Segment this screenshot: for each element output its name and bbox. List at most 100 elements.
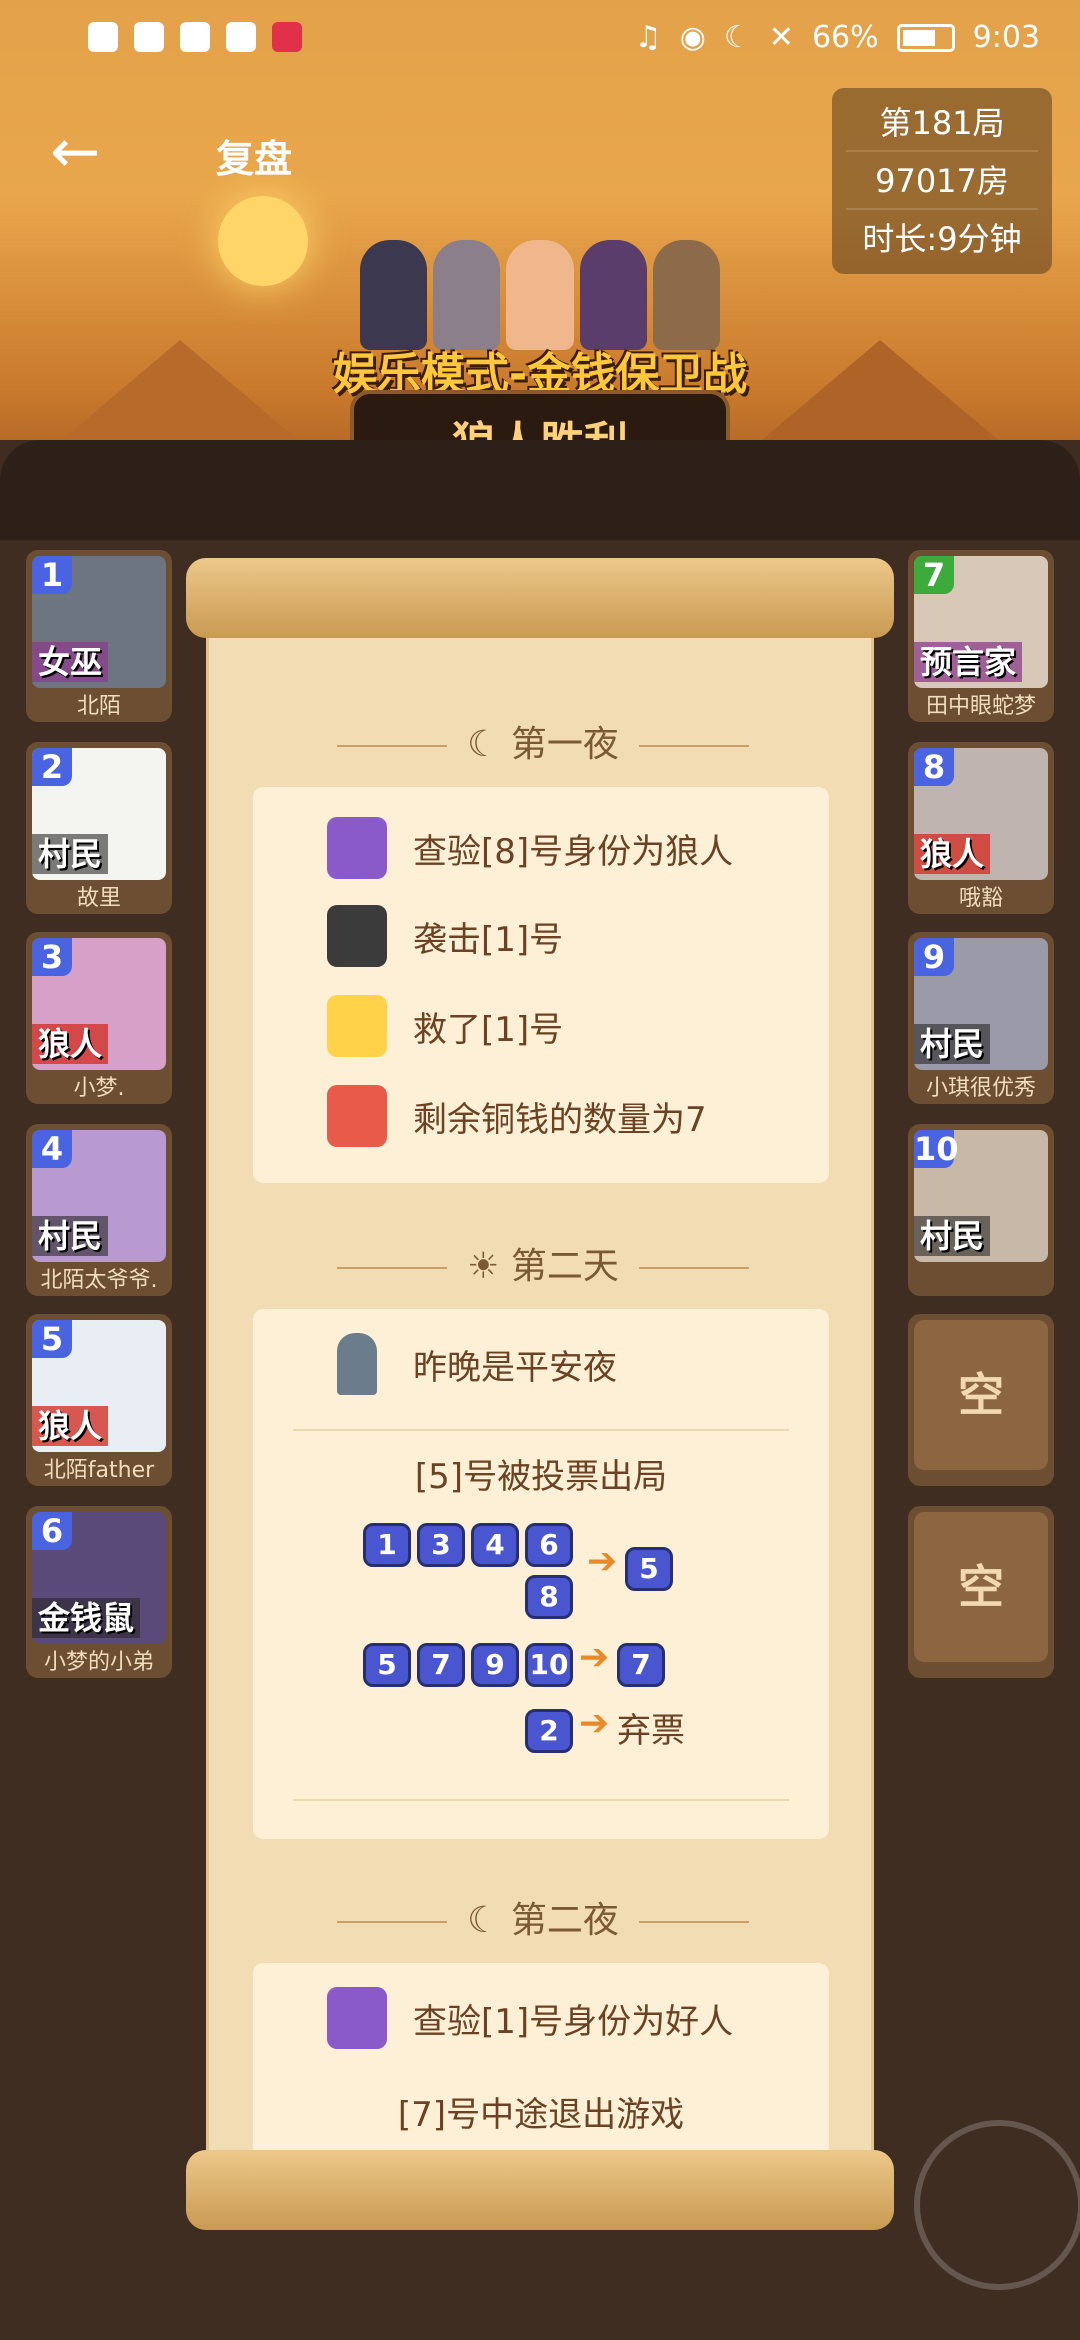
moon-icon: ☾ <box>467 724 511 765</box>
hunter-character <box>652 240 721 350</box>
seat-number: 1 <box>32 556 72 594</box>
voter-badge: 10 <box>525 1643 573 1687</box>
vote-target: ➔ 5 <box>587 1541 673 1591</box>
qq-icon <box>226 22 256 52</box>
player-nickname: 小梦. <box>73 1076 125 1101</box>
game-info-panel: 第181局 97017房 时长:9分钟 <box>832 88 1052 274</box>
role-label: 村民 <box>914 1024 991 1064</box>
log-event: 袭击[1]号 <box>327 901 563 971</box>
wolf-character <box>360 240 428 350</box>
arrow-left-icon[interactable]: ← <box>50 122 120 182</box>
player-seat-2[interactable]: 2 村民 故里 <box>26 742 172 914</box>
night1-heading: ☾ 第一夜 <box>209 715 877 767</box>
voter-badge: 7 <box>417 1643 465 1687</box>
player-seat-1[interactable]: 1 女巫 北陌 <box>26 550 172 722</box>
eye-icon: ◉ <box>679 20 706 55</box>
day2-card: 昨晚是平安夜 [5]号被投票出局 1 3 4 6 8 ➔ 5 5 7 9 10 … <box>253 1309 829 1839</box>
seer-icon <box>327 817 387 879</box>
wolf-icon <box>327 905 387 967</box>
hd-icon <box>88 22 118 52</box>
mouse-icon <box>327 1085 387 1147</box>
vote-row: 2 ➔ 弃票 <box>525 1703 685 1753</box>
player-seat-8[interactable]: 8 狼人 哦豁 <box>908 742 1054 914</box>
player-seat-9[interactable]: 9 村民 小琪很优秀 <box>908 932 1054 1104</box>
seat-number: 8 <box>914 748 954 786</box>
clock: 9:03 <box>972 20 1040 55</box>
seat-number: 6 <box>32 1512 72 1550</box>
voter-badge: 3 <box>417 1523 465 1567</box>
log-event: 查验[1]号身份为好人 <box>327 1983 733 2053</box>
player-nickname: 小梦的小弟 <box>43 1650 154 1675</box>
arrow-right-icon: ➔ <box>587 1541 618 1582</box>
player-nickname: 北陌father <box>43 1458 155 1483</box>
battery-icon <box>896 23 955 52</box>
seat-number: 2 <box>32 748 72 786</box>
player-seat-7[interactable]: 7 预言家 田中眼蛇梦 <box>908 550 1054 722</box>
voter-badge: 6 <box>525 1523 573 1567</box>
player-seat-5[interactable]: 5 狼人 北陌father <box>26 1314 172 1486</box>
voter-badge: 5 <box>363 1643 411 1687</box>
knight-character <box>433 240 501 350</box>
voter-badge: 4 <box>471 1523 519 1567</box>
vote-row: 1 3 4 6 <box>363 1523 573 1567</box>
seat-number: 3 <box>32 938 72 976</box>
log-event: 昨晚是平安夜 <box>327 1329 617 1399</box>
night2-heading: ☾ 第二夜 <box>209 1891 877 1943</box>
role-label: 村民 <box>914 1216 991 1256</box>
arrow-right-icon: ➔ <box>579 1637 610 1678</box>
vote-result: [5]号被投票出局 <box>414 1457 668 1497</box>
signal-icon <box>134 22 164 52</box>
player-nickname: 北陌太爷爷. <box>40 1268 158 1293</box>
moon-icon: ☾ <box>723 20 751 55</box>
log-event: [7]号中途退出游戏 <box>397 2095 685 2135</box>
night2-card: 查验[1]号身份为好人 [7]号中途退出游戏 <box>253 1963 829 2163</box>
page-title: 复盘 <box>216 137 293 181</box>
scroll-roller-top <box>186 558 894 638</box>
role-label: 狼人 <box>32 1024 109 1064</box>
voter-badge: 8 <box>525 1575 573 1619</box>
role-label: 狼人 <box>914 834 991 874</box>
target-badge: 5 <box>625 1547 673 1591</box>
empty-seat-label: 空 <box>914 1320 1048 1470</box>
role-label: 村民 <box>32 834 109 874</box>
role-label: 预言家 <box>914 642 1023 682</box>
mouse-character <box>506 240 574 350</box>
role-label: 女巫 <box>32 642 109 682</box>
night1-card: 查验[8]号身份为狼人 袭击[1]号 救了[1]号 剩余铜钱的数量为7 <box>253 787 829 1183</box>
role-label: 金钱鼠 <box>32 1598 141 1638</box>
voter-badge: 1 <box>363 1523 411 1567</box>
arrow-right-icon: ➔ <box>579 1703 610 1744</box>
game-log-scroll[interactable]: ☾ 第一夜 查验[8]号身份为狼人 袭击[1]号 救了[1]号 剩余铜钱的数量为… <box>206 620 877 2163</box>
vote-row: 5 7 9 10 ➔ 7 <box>363 1637 665 1687</box>
divider <box>293 1429 789 1431</box>
voter-badge: 9 <box>471 1643 519 1687</box>
empty-seat: 空 <box>908 1314 1054 1486</box>
witch-character <box>579 240 647 350</box>
player-seat-4[interactable]: 4 村民 北陌太爷爷. <box>26 1124 172 1296</box>
room-number: 97017房 <box>846 152 1038 210</box>
tombstone-icon <box>337 1333 377 1395</box>
abstain-label: 弃票 <box>617 1711 685 1751</box>
empty-seat-label: 空 <box>914 1512 1048 1662</box>
sun-decoration <box>218 196 308 286</box>
witch-icon <box>327 995 387 1057</box>
empty-seat: 空 <box>908 1506 1054 1678</box>
seat-number: 4 <box>32 1130 72 1168</box>
log-event: 查验[8]号身份为狼人 <box>327 813 733 883</box>
board-frame-top <box>0 440 1080 540</box>
day2-heading: ☀ 第二天 <box>209 1237 877 1289</box>
seat-number: 9 <box>914 938 954 976</box>
werewolf-logo <box>914 2120 1080 2290</box>
sun-icon: ☀ <box>467 1246 511 1287</box>
player-nickname: 小琪很优秀 <box>925 1076 1036 1101</box>
wifi-icon <box>180 22 210 52</box>
player-nickname: 田中眼蛇梦 <box>925 694 1036 719</box>
log-event: 救了[1]号 <box>327 991 563 1061</box>
role-label: 狼人 <box>32 1406 109 1446</box>
player-seat-6[interactable]: 6 金钱鼠 小梦的小弟 <box>26 1506 172 1678</box>
player-seat-3[interactable]: 3 狼人 小梦. <box>26 932 172 1104</box>
game-duration: 时长:9分钟 <box>862 220 1022 258</box>
player-seat-10[interactable]: 10 村民 <box>908 1124 1054 1296</box>
vote-row: 8 <box>525 1575 573 1619</box>
player-nickname: 故里 <box>76 886 121 911</box>
